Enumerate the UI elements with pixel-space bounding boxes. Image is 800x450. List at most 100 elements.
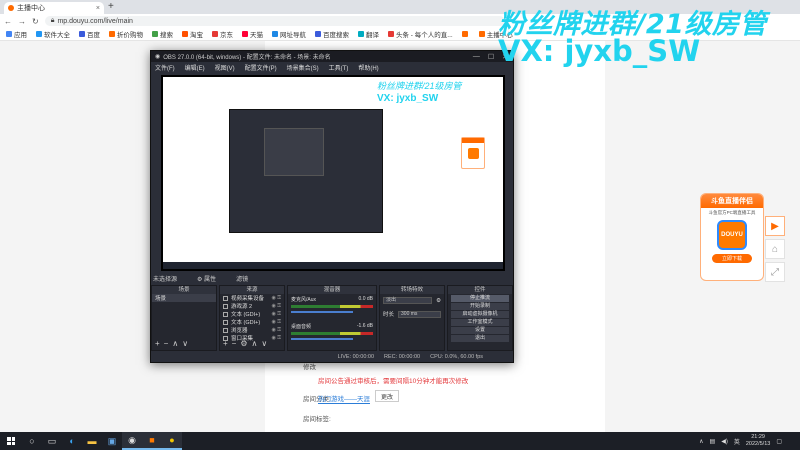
minimize-icon[interactable]: — (473, 53, 480, 61)
edge-icon[interactable]: ◐ (62, 432, 82, 450)
bookmark-favicon-icon (358, 31, 364, 37)
obs-menu-item[interactable]: 配置文件(P) (245, 63, 277, 72)
file-explorer-icon[interactable]: ▬ (82, 432, 102, 450)
obs-control-button[interactable]: 开始录制 (451, 303, 509, 310)
visibility-icon[interactable]: ◉ ⚿ (271, 311, 284, 317)
obs-menu-item[interactable]: 帮助(H) (358, 63, 378, 72)
tab-close-icon[interactable]: × (96, 5, 100, 12)
scenes-controls[interactable]: +−∧∨ (155, 339, 192, 348)
volume-icon[interactable]: ◀) (721, 438, 728, 445)
bookmark-favicon-icon (6, 31, 12, 37)
volume-slider[interactable] (291, 311, 353, 313)
ad-subtitle: 斗鱼官方PC端直播工具 (708, 210, 756, 215)
visibility-icon[interactable]: ◉ ⚿ (271, 303, 284, 309)
bookmark-item[interactable]: 应用 (6, 29, 27, 39)
visibility-icon[interactable]: ◉ ⚿ (271, 335, 284, 341)
clock[interactable]: 21:29 2022/5/13 (746, 434, 770, 448)
system-tray: ∧ ▤ ◀) 英 21:29 2022/5/13 ▢ (699, 434, 800, 448)
scene-item[interactable]: 场景 (152, 294, 216, 302)
obs-control-button[interactable]: 停止推流 (451, 295, 509, 302)
browser-tab[interactable]: 主播中心 × (4, 2, 104, 14)
bookmark-favicon-icon (272, 31, 278, 37)
obs-window[interactable]: ◉ OBS 27.0.0 (64-bit, windows) - 配置文件: 未… (150, 50, 514, 363)
bookmark-item[interactable]: 淘宝 (182, 29, 203, 39)
bookmark-item[interactable]: 网址导航 (272, 29, 306, 39)
obs-source-toolbar: 未选择源 ⚙ 属性 滤镜 (151, 273, 513, 283)
bookmark-item[interactable]: 百度搜索 (315, 29, 349, 39)
obs-menu-item[interactable]: 工具(T) (329, 63, 349, 72)
obs-menu-item[interactable]: 编辑(E) (185, 63, 205, 72)
obs-control-button[interactable]: 启动虚拟摄像机 (451, 311, 509, 318)
play-icon[interactable]: ▶ (765, 216, 785, 236)
address-bar[interactable]: 🔒︎ mp.douyu.com/live/main (44, 16, 505, 26)
source-item[interactable]: 浏览器 ◉ ⚿ (220, 326, 284, 334)
tray-chevron-icon[interactable]: ∧ (699, 438, 703, 445)
douyu-companion-taskbar-icon[interactable]: ■ (142, 432, 162, 450)
category-link[interactable]: 热门游戏——天涯 (318, 393, 370, 404)
source-label: 游戏源 2 (231, 304, 253, 310)
obs-menu-item[interactable]: 场景集合(S) (287, 63, 319, 72)
bookmark-item[interactable]: 京东 (212, 29, 233, 39)
maximize-icon[interactable]: ☐ (488, 53, 494, 61)
duration-input[interactable]: 300 ms (398, 310, 441, 318)
bookmark-item[interactable]: 百度 (79, 29, 100, 39)
expand-icon[interactable]: ⤢ (765, 262, 785, 282)
obs-control-button[interactable]: 工作室模式 (451, 319, 509, 326)
obs-control-button[interactable]: 退出 (451, 335, 509, 342)
bookmark-favicon-icon (388, 31, 394, 37)
volume-slider[interactable] (291, 338, 353, 340)
filters-button[interactable]: 滤镜 (236, 274, 248, 283)
volume-meter (291, 305, 373, 308)
forward-icon[interactable]: → (18, 17, 26, 26)
ad-download-button[interactable]: 立即下载 (712, 254, 752, 263)
change-category-button[interactable]: 更改 (375, 390, 399, 402)
store-icon[interactable]: ▣ (102, 432, 122, 450)
source-item[interactable]: 视频采集设备 ◉ ⚿ (220, 294, 284, 302)
back-icon[interactable]: ← (4, 17, 12, 26)
obs-menu-item[interactable]: 文件(F) (155, 63, 175, 72)
visibility-icon[interactable]: ◉ ⚿ (271, 327, 284, 333)
watermark-line2: VX: jyxb_SW (498, 34, 701, 68)
transition-select[interactable]: 淡出 (383, 297, 433, 304)
chrome-taskbar-icon[interactable]: ● (162, 432, 182, 450)
source-item[interactable]: 游戏源 2 ◉ ⚿ (220, 302, 284, 310)
bookmark-item[interactable]: 搜索 (152, 29, 173, 39)
bookmark-item[interactable]: 天猫 (242, 29, 263, 39)
obs-control-button[interactable]: 设置 (451, 327, 509, 334)
obs-preview[interactable]: 粉丝牌进群/21级房管 VX: jyxb_SW (161, 75, 505, 271)
source-item[interactable]: 文本 (GDI+) ◉ ⚿ (220, 310, 284, 318)
new-tab-button[interactable]: + (108, 1, 114, 12)
bookmark-item[interactable]: 头条 - 每个人的直... (388, 29, 453, 39)
obs-taskbar-icon[interactable]: ◉ (122, 432, 142, 450)
reload-icon[interactable]: ↻ (32, 17, 39, 26)
source-label: 浏览器 (231, 328, 248, 334)
mixer-dock: 混音器 麦克风/Aux 0.0 dB 桌面音频 -1.6 dB (287, 285, 377, 351)
mixer-channel-header: 桌面音频 -1.6 dB (291, 323, 373, 330)
task-view-icon[interactable]: ▭ (42, 432, 62, 450)
rec-status: REC: 00:00:00 (384, 354, 421, 360)
home-icon[interactable]: ⌂ (765, 239, 785, 259)
bookmark-item[interactable]: 软件大全 (36, 29, 70, 39)
ime-indicator[interactable]: 英 (734, 437, 740, 446)
bookmark-label: 百度搜索 (323, 32, 349, 39)
search-icon[interactable]: ○ (22, 432, 42, 450)
transition-settings-icon[interactable]: ⚙ (436, 298, 441, 304)
visibility-icon[interactable]: ◉ ⚿ (271, 295, 284, 301)
bookmark-label: 软件大全 (44, 32, 70, 39)
source-type-icon (223, 311, 228, 317)
mixer-channel: 桌面音频 -1.6 dB (288, 321, 376, 348)
obs-menu-item[interactable]: 视图(V) (215, 63, 235, 72)
companion-ad[interactable]: 斗鱼直播伴侣 斗鱼官方PC端直播工具 DOUYU 立即下载 (700, 193, 764, 281)
start-button[interactable] (0, 432, 22, 450)
bookmark-item[interactable] (461, 31, 470, 37)
visibility-icon[interactable]: ◉ ⚿ (271, 319, 284, 325)
bookmark-item[interactable]: 折价购物 (109, 29, 143, 39)
notifications-icon[interactable]: ▢ (776, 438, 782, 445)
sources-controls[interactable]: +−⚙∧∨ (223, 339, 271, 348)
bookmark-favicon-icon (478, 31, 485, 37)
source-item[interactable]: 文本 (GDI+) ◉ ⚿ (220, 318, 284, 326)
properties-button[interactable]: ⚙ 属性 (197, 274, 216, 283)
network-icon[interactable]: ▤ (710, 438, 716, 445)
bookmark-item[interactable]: 翻译 (358, 29, 379, 39)
obs-titlebar[interactable]: ◉ OBS 27.0.0 (64-bit, windows) - 配置文件: 未… (151, 51, 513, 62)
